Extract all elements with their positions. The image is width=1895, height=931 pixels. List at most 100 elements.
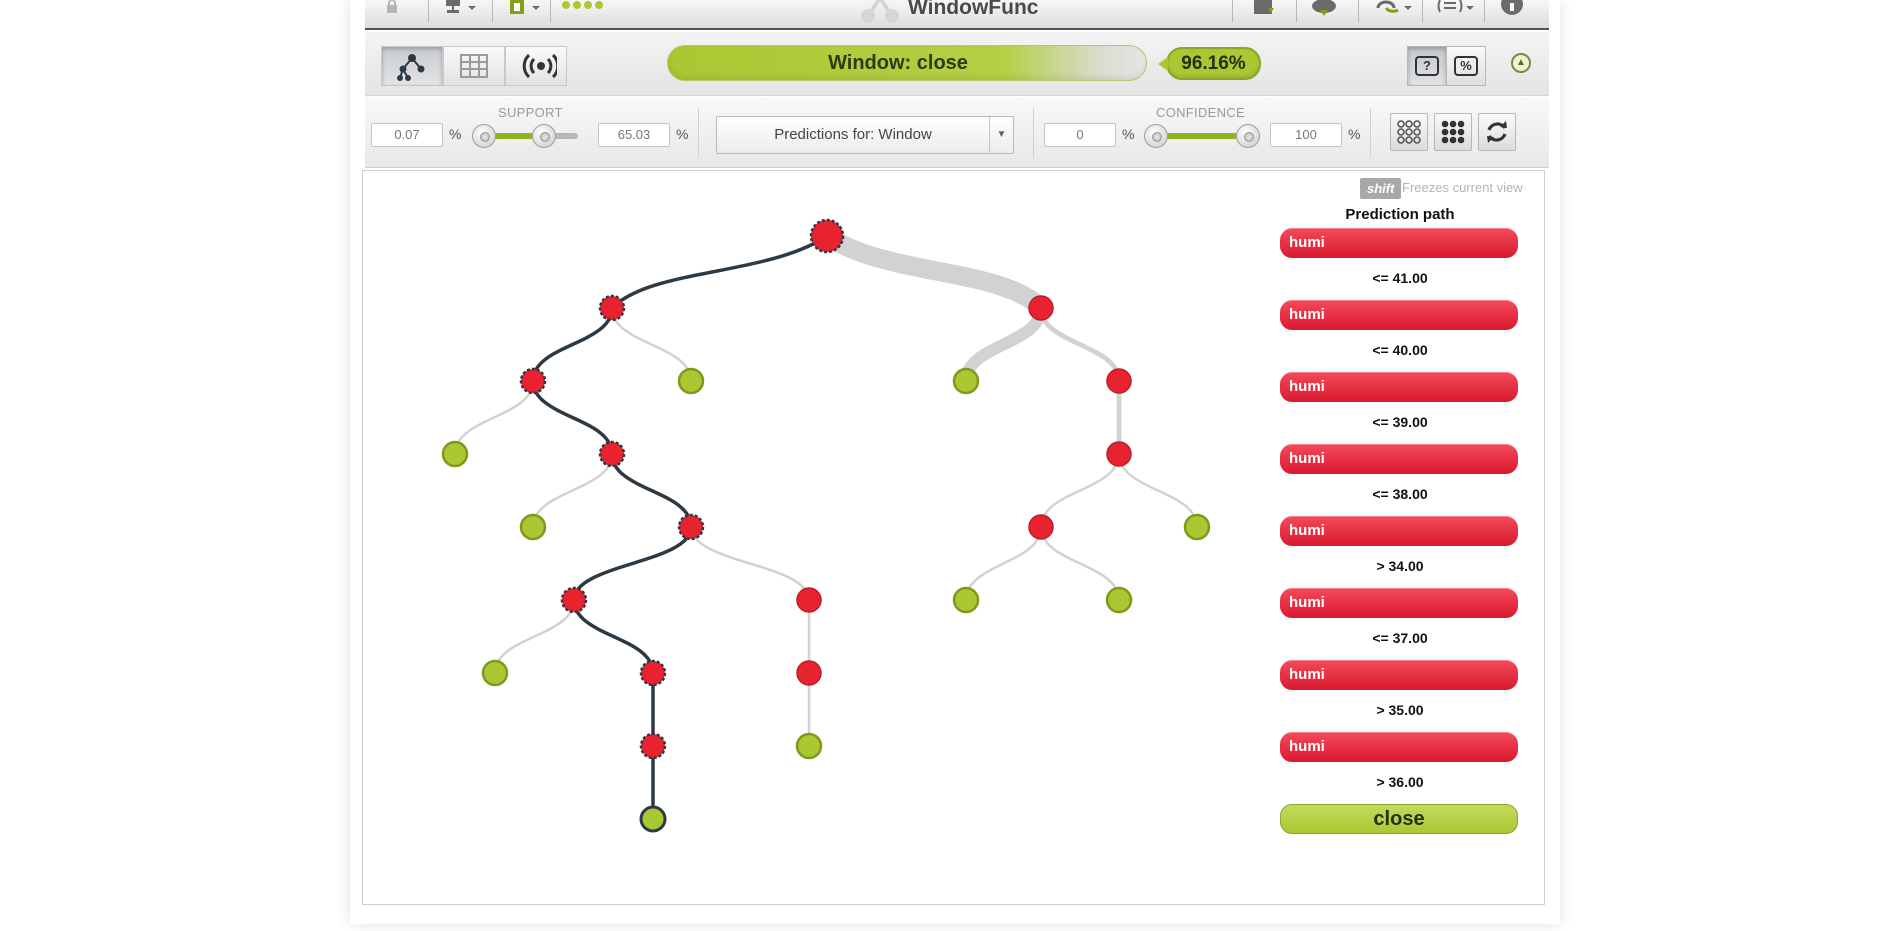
dense-grid-button[interactable] bbox=[1434, 113, 1472, 151]
network-icon[interactable] bbox=[444, 0, 480, 16]
collapse-icon[interactable]: ▲ bbox=[1511, 53, 1531, 73]
tree-split-node[interactable] bbox=[639, 732, 667, 760]
tree-edge bbox=[960, 302, 1047, 387]
info-icon[interactable] bbox=[1500, 0, 1524, 16]
filter-divider bbox=[1370, 108, 1371, 158]
tree-leaf-node[interactable] bbox=[677, 367, 705, 395]
tree-edge bbox=[1038, 305, 1122, 384]
list-icon[interactable] bbox=[1436, 0, 1476, 16]
sparse-grid-icon bbox=[1397, 120, 1421, 144]
tree-edge bbox=[493, 598, 576, 675]
path-condition: <= 38.00 bbox=[1372, 486, 1428, 502]
tree-leaf-node[interactable] bbox=[519, 513, 547, 541]
path-leaf[interactable]: close bbox=[1280, 804, 1518, 834]
predictions-select[interactable]: Predictions for: Window ▼ bbox=[716, 116, 1014, 154]
shift-key-badge: shift bbox=[1360, 178, 1402, 199]
confidence-min-input[interactable]: 0 bbox=[1044, 123, 1116, 147]
tree-leaf-node[interactable] bbox=[952, 586, 980, 614]
path-node[interactable]: humi bbox=[1280, 372, 1518, 402]
confidence-max-unit: % bbox=[1348, 126, 1361, 142]
shift-hint-text: Freezes current view bbox=[1402, 180, 1523, 195]
tree-split-node[interactable] bbox=[796, 587, 822, 613]
tree-split-node[interactable] bbox=[519, 367, 547, 395]
support-min-handle[interactable] bbox=[472, 124, 496, 148]
confidence-slider-fill bbox=[1156, 133, 1248, 139]
path-node[interactable]: humi bbox=[1280, 732, 1518, 762]
toolbar-divider bbox=[1296, 0, 1297, 22]
tree-leaf-node[interactable] bbox=[952, 367, 980, 395]
toolbar-divider bbox=[428, 0, 429, 22]
support-title: SUPPORT bbox=[498, 105, 563, 120]
tree-model-icon bbox=[858, 0, 902, 24]
sparse-grid-button[interactable] bbox=[1390, 113, 1428, 151]
cloud-download-icon[interactable] bbox=[1310, 0, 1338, 16]
toolbar-divider bbox=[1422, 0, 1423, 22]
toolbar-divider bbox=[1358, 0, 1359, 22]
confidence-max-input[interactable]: 100 bbox=[1270, 123, 1342, 147]
path-node[interactable]: humi bbox=[1280, 660, 1518, 690]
toolbar-divider bbox=[492, 0, 493, 22]
tree-split-node[interactable] bbox=[560, 586, 588, 614]
tree-edge bbox=[453, 379, 535, 456]
sunburst-icon bbox=[522, 53, 557, 79]
tree-split-node[interactable] bbox=[1106, 368, 1132, 394]
path-node[interactable]: humi bbox=[1280, 444, 1518, 474]
path-node[interactable]: humi bbox=[1280, 588, 1518, 618]
tree-split-node[interactable] bbox=[598, 294, 626, 322]
tree-leaf-node[interactable] bbox=[1183, 513, 1211, 541]
predictions-select-label: Predictions for: Window bbox=[774, 126, 932, 143]
confidence-max-handle[interactable] bbox=[1236, 124, 1260, 148]
refresh-link-icon[interactable] bbox=[1374, 0, 1414, 16]
tree-split-node[interactable] bbox=[796, 660, 822, 686]
tree-edge bbox=[964, 525, 1043, 602]
tree-edge-path bbox=[531, 306, 614, 383]
tree-leaf-node[interactable] bbox=[481, 659, 509, 687]
prediction-pill: Window: close bbox=[667, 45, 1147, 81]
path-node[interactable]: humi bbox=[1280, 516, 1518, 546]
path-condition: <= 39.00 bbox=[1372, 414, 1428, 430]
tree-split-node[interactable] bbox=[598, 440, 626, 468]
percent-key-button[interactable]: % bbox=[1446, 46, 1486, 86]
path-condition: <= 41.00 bbox=[1372, 270, 1428, 286]
status-dots bbox=[562, 0, 603, 9]
tree-edge bbox=[531, 452, 614, 529]
tree-edge bbox=[1039, 452, 1121, 529]
table-view-button[interactable] bbox=[443, 46, 505, 86]
toolbar-divider bbox=[550, 0, 551, 22]
tree-leaf-node[interactable] bbox=[639, 805, 667, 833]
confidence-min-handle[interactable] bbox=[1144, 124, 1168, 148]
question-key-button[interactable]: ? bbox=[1407, 46, 1447, 86]
path-node[interactable]: humi bbox=[1280, 300, 1518, 330]
support-min-input[interactable]: 0.07 bbox=[371, 123, 443, 147]
sunburst-view-button[interactable] bbox=[505, 46, 567, 86]
confidence-title: CONFIDENCE bbox=[1156, 105, 1245, 120]
tree-split-node[interactable] bbox=[1106, 441, 1132, 467]
tree-leaf-node[interactable] bbox=[1105, 586, 1133, 614]
percent-icon: % bbox=[1454, 56, 1478, 76]
tree-edge-path bbox=[610, 234, 829, 310]
path-condition: > 35.00 bbox=[1376, 702, 1424, 718]
tree-split-node[interactable] bbox=[677, 513, 705, 541]
support-max-input[interactable]: 65.03 bbox=[598, 123, 670, 147]
toolbar-divider bbox=[1484, 0, 1485, 22]
download-icon[interactable] bbox=[1250, 0, 1278, 16]
tree-edge bbox=[1039, 525, 1121, 602]
prediction-label: Window: close bbox=[828, 52, 968, 74]
tree-view-button[interactable] bbox=[381, 46, 443, 86]
tree-leaf-node[interactable] bbox=[441, 440, 469, 468]
tree-split-node[interactable] bbox=[1028, 514, 1054, 540]
lock-icon[interactable] bbox=[385, 0, 399, 16]
filter-divider bbox=[1033, 108, 1034, 158]
tree-leaf-node[interactable] bbox=[795, 732, 823, 760]
support-max-unit: % bbox=[676, 126, 689, 142]
dataset-icon[interactable] bbox=[508, 0, 544, 16]
tree-split-node[interactable] bbox=[809, 218, 845, 254]
path-condition: <= 37.00 bbox=[1372, 630, 1428, 646]
refresh-button[interactable] bbox=[1478, 113, 1516, 151]
tree-split-node[interactable] bbox=[639, 659, 667, 687]
path-condition: <= 40.00 bbox=[1372, 342, 1428, 358]
path-node[interactable]: humi bbox=[1280, 228, 1518, 258]
support-max-handle[interactable] bbox=[532, 124, 556, 148]
tree-split-node[interactable] bbox=[1028, 295, 1054, 321]
tree-edge-path bbox=[610, 452, 693, 529]
